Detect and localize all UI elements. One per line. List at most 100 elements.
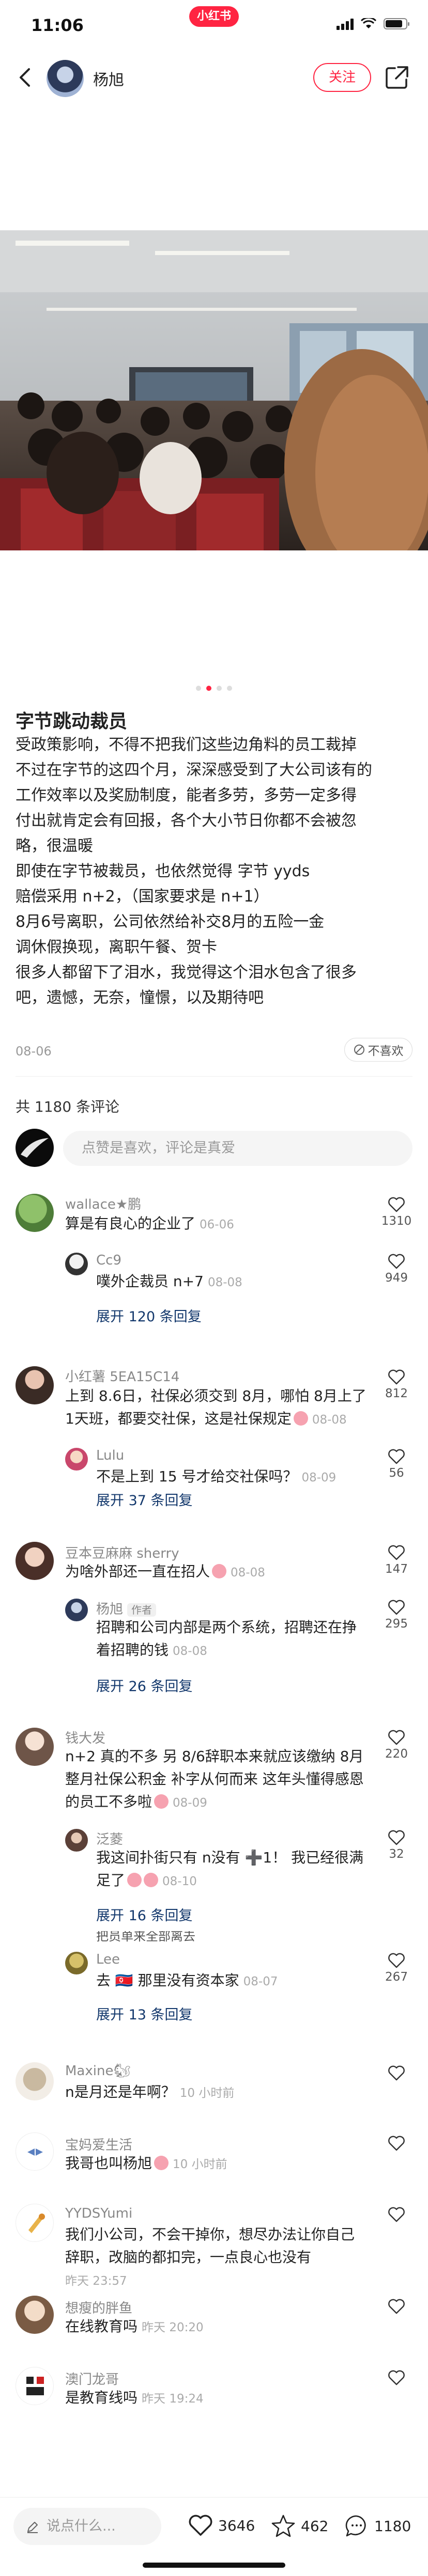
commenter-avatar[interactable] (16, 2132, 54, 2171)
comment-date: 10 小时前 (179, 2087, 235, 2100)
commenter-avatar[interactable] (16, 1194, 54, 1232)
like-button[interactable]: 3646 (188, 2514, 255, 2537)
comment-text[interactable]: 为啥外部还一直在招人 08-08 (65, 1560, 380, 1584)
expand-replies-link[interactable]: 展开 120 条回复 (96, 1305, 202, 1325)
say-something-placeholder: 说点什么... (47, 2518, 116, 2534)
reply-like-button[interactable]: 267 (378, 1953, 415, 1984)
reply-like-button[interactable]: 949 (378, 1254, 415, 1285)
reply-text[interactable]: 招聘和公司内部是两个系统，招聘还在挣 着招聘的钱 08-08 (96, 1616, 375, 1663)
wifi-icon (361, 18, 376, 28)
comment-body: 算是有良心的企业了 (65, 1215, 196, 1232)
expand-replies-link[interactable]: 展开 26 条回复 (96, 1675, 193, 1695)
reply-name[interactable]: Lulu (96, 1448, 124, 1463)
reply-text[interactable]: 去 🇰🇵 那里没有资本家 08-07 (96, 1969, 375, 1993)
expand-replies-link[interactable]: 展开 16 条回复 (96, 1904, 193, 1924)
expand-replies-link[interactable]: 展开 13 条回复 (96, 2003, 193, 2024)
comment-like-button[interactable]: 1310 (378, 1197, 415, 1228)
reply-text[interactable]: 噗外企裁员 n+7 08-08 (96, 1270, 375, 1294)
reply-avatar[interactable] (65, 1599, 88, 1621)
commenter-name[interactable]: 想瘦的胖鱼 (65, 2298, 132, 2317)
follow-button[interactable]: 关注 (313, 63, 371, 92)
commenter-avatar[interactable] (16, 2204, 54, 2242)
comment-text[interactable]: 我们小公司，不会干掉你，想尽办法让你自己 辞职，改脑的都扣完，一点良心也没有 昨天 … (65, 2223, 380, 2293)
say-something-input[interactable]: 说点什么... (13, 2508, 161, 2545)
comment-body-line: 的员工不多啦 (65, 1793, 152, 1810)
comment-body: 我哥也叫杨旭 (65, 2155, 152, 2172)
commenter-name[interactable]: 澳门龙哥 (65, 2369, 119, 2388)
reply-text[interactable]: 不是上到 15 号才给交社保吗？ 08-09 (96, 1465, 375, 1489)
dislike-label: 不喜欢 (368, 1045, 404, 1058)
commenter-name[interactable]: 宝妈爱生活 (65, 2135, 132, 2154)
commenter-avatar[interactable] (16, 2296, 54, 2334)
comment-text[interactable]: n+2 真的不多 另 8/6辞职本来就应该缴纳 8月 整月社保公积金 补字从何而来… (65, 1745, 380, 1814)
reply-like-button[interactable]: 32 (378, 1830, 415, 1861)
comment-like-button[interactable]: 220 (378, 1730, 415, 1761)
like-count: 295 (385, 1617, 408, 1631)
comment-text[interactable]: 算是有良心的企业了 06-06 (65, 1212, 380, 1236)
comment-like-button[interactable] (378, 2370, 415, 2385)
commenter-avatar[interactable] (16, 1542, 54, 1580)
comment-like-button[interactable]: 812 (378, 1369, 415, 1400)
commenter-name[interactable]: 豆本豆麻麻 sherry (65, 1543, 179, 1562)
comment-button[interactable]: 1180 (344, 2514, 411, 2538)
dislike-icon (354, 1045, 364, 1055)
expand-replies-link[interactable]: 展开 37 条回复 (96, 1489, 193, 1509)
author-name[interactable]: 杨旭 (93, 67, 124, 90)
reply-date: 08-10 (162, 1875, 197, 1888)
commenter-avatar[interactable] (16, 1728, 54, 1766)
commenter-name[interactable]: wallace★鹏 (65, 1194, 141, 1213)
comment-date: 06-06 (200, 1218, 234, 1231)
heart-icon (388, 2299, 405, 2314)
commenter-name[interactable]: Maxine🐿 (65, 2063, 130, 2079)
back-button[interactable] (14, 65, 37, 90)
reply-avatar[interactable] (65, 1253, 88, 1275)
collect-button[interactable]: 462 (271, 2514, 328, 2538)
reply-name[interactable]: 杨旭 作者 (96, 1599, 157, 1618)
reply-avatar[interactable] (65, 1952, 88, 1974)
heart-icon (388, 1730, 405, 1745)
reply-text[interactable]: 我这间扑街只有 n没有 ➕1！ 我已经很满 足了 08-10 (96, 1846, 375, 1893)
reply-name[interactable]: 泛菱 (96, 1829, 123, 1848)
signal-icon (337, 18, 354, 30)
image-pager-dots (0, 686, 428, 691)
comment-text[interactable]: 上到 8.6日，社保必须交到 8月，哪怕 8月上了 1天班，都要交社保，这是社保规… (65, 1385, 380, 1431)
comment-body: n是月还是年啊？ (65, 2083, 176, 2100)
post-photo[interactable] (0, 230, 428, 550)
comment-text[interactable]: n是月还是年啊？ 10 小时前 (65, 2081, 380, 2105)
share-icon[interactable] (384, 64, 410, 91)
heart-icon (388, 2065, 405, 2081)
commenter-avatar[interactable] (16, 2367, 54, 2405)
reply-avatar[interactable] (65, 1829, 88, 1852)
comment-body-line: 辞职，改脑的都扣完，一点良心也没有 (65, 2249, 312, 2266)
dislike-button[interactable]: 不喜欢 (344, 1038, 412, 1062)
commenter-avatar[interactable] (16, 1366, 54, 1404)
like-count: 812 (385, 1387, 408, 1400)
author-avatar[interactable] (47, 60, 84, 97)
reply-like-button[interactable]: 295 (378, 1600, 415, 1631)
reply-name[interactable]: Lee (96, 1952, 120, 1967)
post-body-line: 吧，遗憾，无奈，憧憬，以及期待吧 (16, 989, 264, 1007)
commenter-avatar[interactable] (16, 2062, 54, 2100)
commenter-name[interactable]: 钱大发 (65, 1728, 105, 1747)
reply-avatar[interactable] (65, 1448, 88, 1471)
comment-like-button[interactable] (378, 2207, 415, 2222)
commenter-name[interactable]: 小红薯 5EA15C14 (65, 1366, 179, 1385)
comment-text[interactable]: 在线教育吗 昨天 20:20 (65, 2315, 380, 2339)
commenter-name[interactable]: YYDSYumi (65, 2206, 132, 2221)
pager-dot (217, 686, 222, 691)
comment-like-button[interactable] (378, 2065, 415, 2081)
comment-like-button[interactable]: 147 (378, 1545, 415, 1576)
comment-like-button[interactable] (378, 2299, 415, 2314)
star-icon (271, 2515, 295, 2537)
comment-count: 共 1180 条评论 (16, 1098, 120, 1115)
comment-count-bottom: 1180 (374, 2517, 411, 2535)
reply-name[interactable]: Cc9 (96, 1253, 121, 1268)
my-avatar (16, 1129, 54, 1167)
heart-icon (388, 1600, 405, 1615)
comment-input[interactable]: 点赞是喜欢，评论是真爱 (63, 1131, 412, 1166)
reply-like-button[interactable]: 56 (378, 1449, 415, 1480)
comment-text[interactable]: 是教育线吗 昨天 19:24 (65, 2387, 380, 2410)
comment-text[interactable]: 我哥也叫杨旭 10 小时前 (65, 2152, 380, 2176)
post-body-line: 赔偿采用 n+2，（国家要求是 n+1） (16, 888, 269, 906)
comment-like-button[interactable] (378, 2136, 415, 2151)
